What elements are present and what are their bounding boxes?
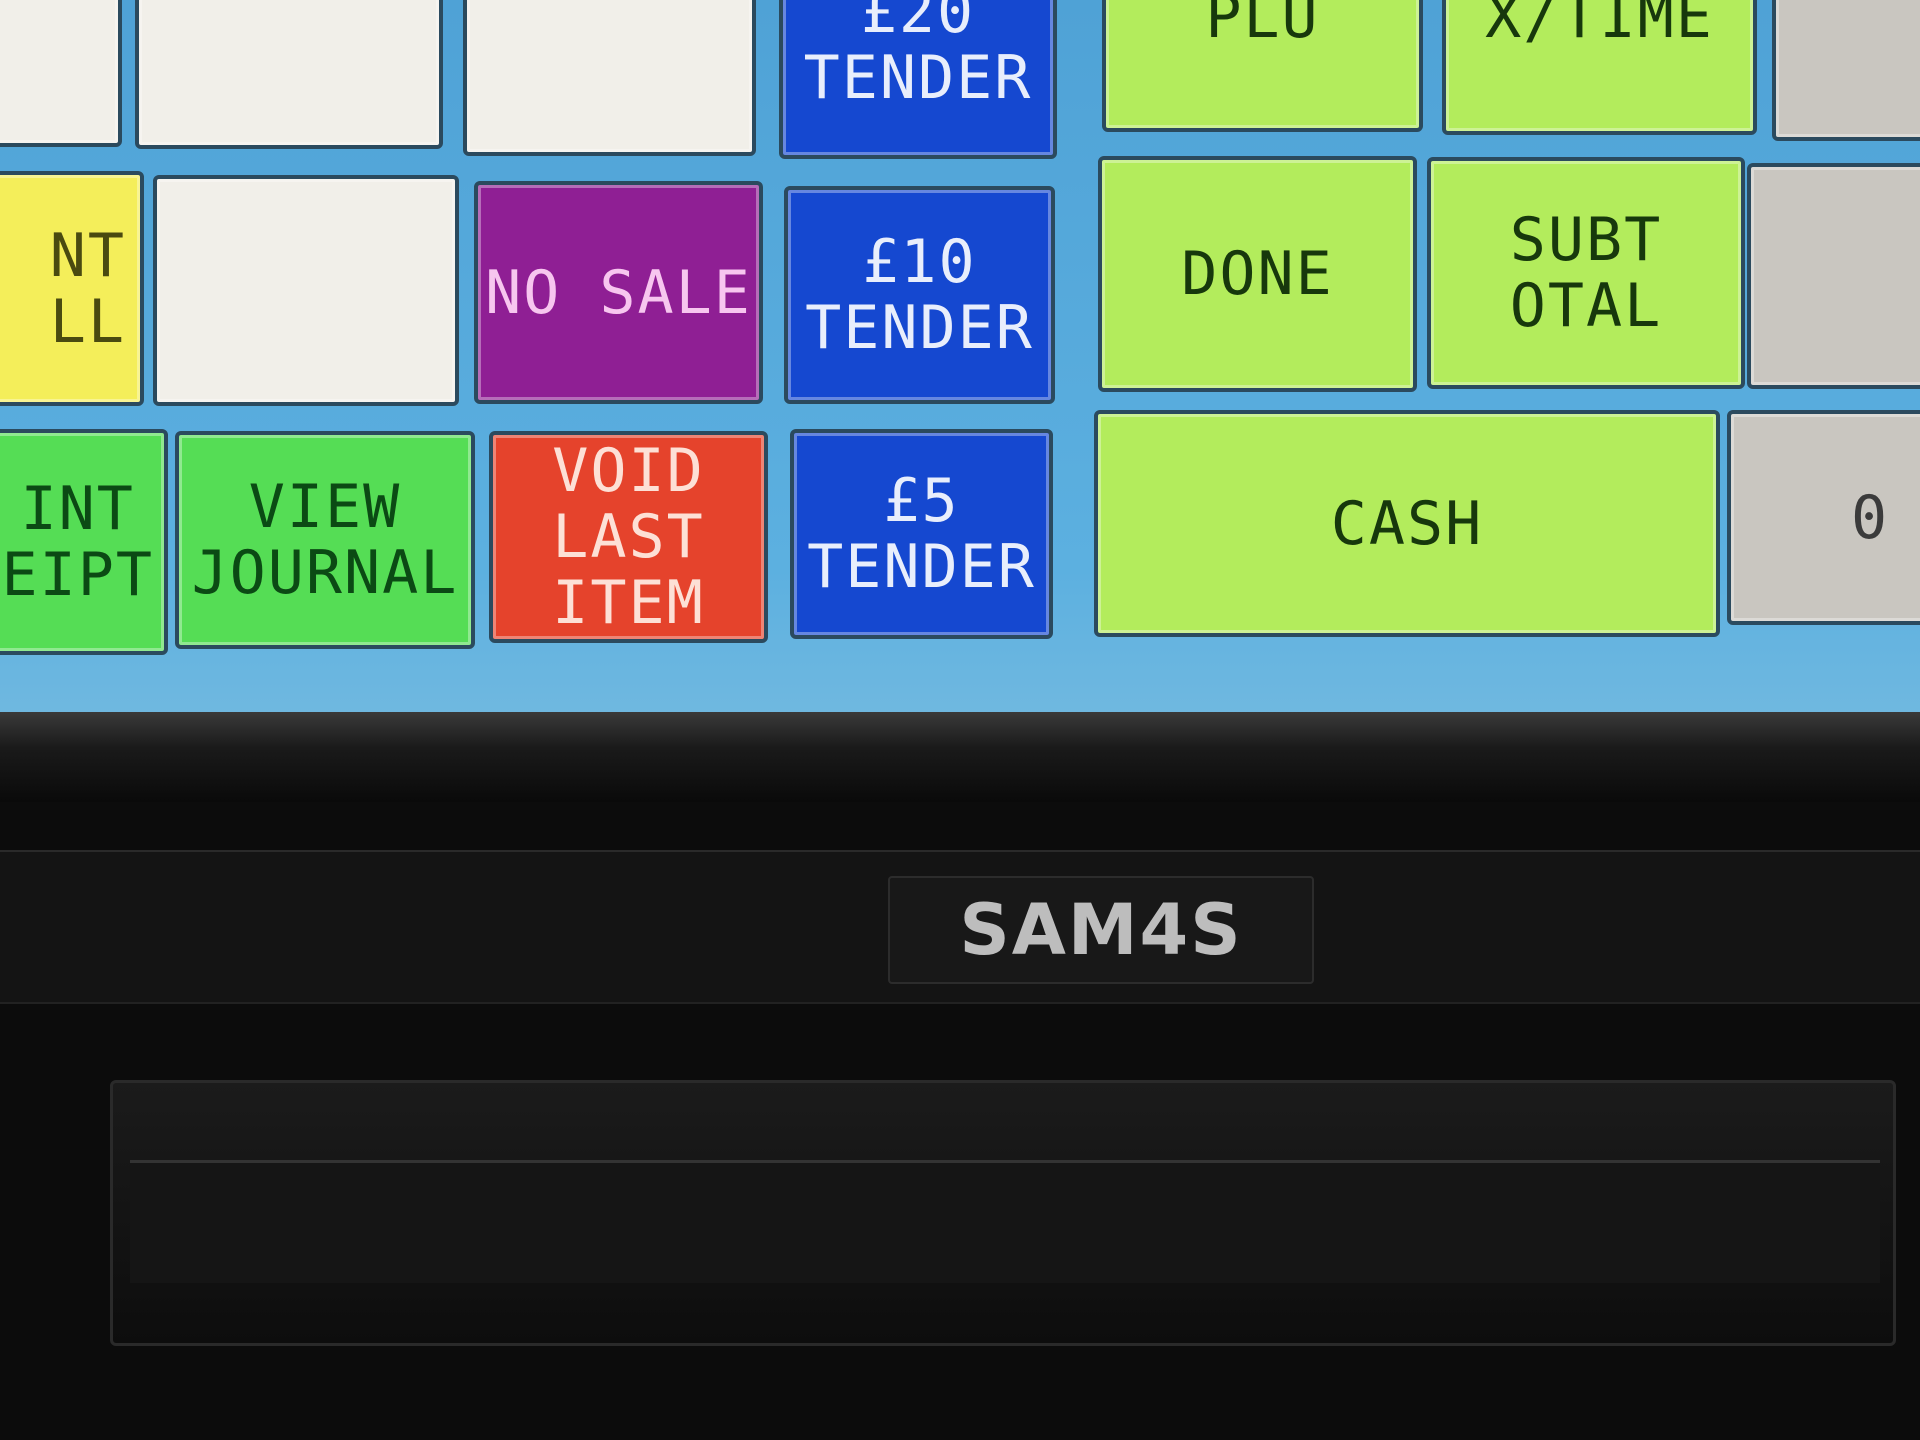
tender-10-button[interactable]: £10 TENDER <box>784 186 1055 404</box>
plu-button[interactable]: PLU <box>1102 0 1423 132</box>
done-button[interactable]: DONE <box>1098 156 1417 392</box>
screen-bezel <box>0 712 1920 802</box>
brand-logo: SAM4S <box>959 889 1243 971</box>
no-sale-button[interactable]: NO SALE <box>474 181 763 404</box>
numpad-2-key[interactable]: 2 <box>1772 0 1920 141</box>
blank-key[interactable] <box>135 0 443 149</box>
subtotal-button[interactable]: SUBT OTAL <box>1427 157 1745 389</box>
pos-touchscreen: £20 TENDER PLU X/TIME 2 NT LL NO SALE £1… <box>0 0 1920 712</box>
numpad-1-key[interactable]: 1 <box>1747 163 1920 389</box>
print-receipt-button[interactable]: INT EIPT <box>0 429 168 655</box>
view-journal-button[interactable]: VIEW JOURNAL <box>175 431 475 649</box>
cash-button[interactable]: CASH <box>1094 410 1720 637</box>
tender-20-button[interactable]: £20 TENDER <box>779 0 1057 159</box>
print-bill-button[interactable]: NT LL <box>0 171 144 406</box>
x-time-button[interactable]: X/TIME <box>1442 0 1757 135</box>
numpad-0-key[interactable]: 0 <box>1727 410 1920 625</box>
brand-plate: SAM4S <box>888 876 1314 984</box>
drawer-lip <box>130 1160 1880 1283</box>
tender-5-button[interactable]: £5 TENDER <box>790 429 1053 639</box>
void-last-item-button[interactable]: VOID LAST ITEM <box>489 431 768 643</box>
blank-key[interactable] <box>463 0 756 156</box>
blank-key[interactable] <box>0 0 122 147</box>
blank-key[interactable] <box>153 175 459 406</box>
